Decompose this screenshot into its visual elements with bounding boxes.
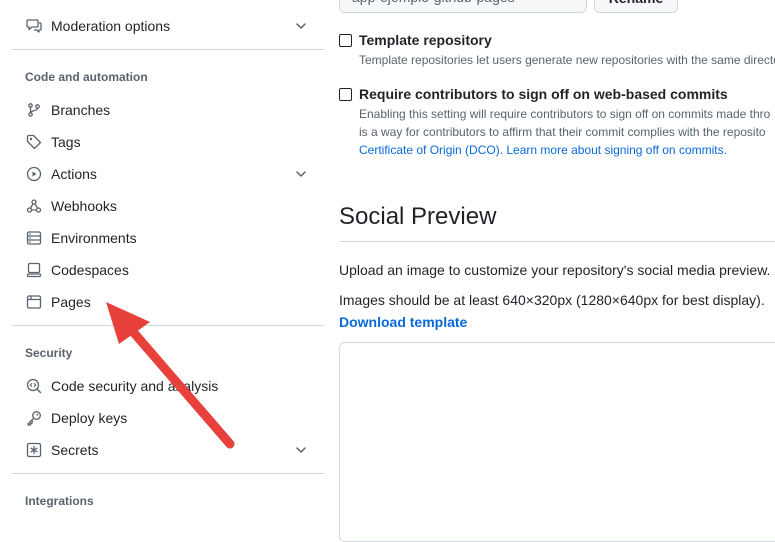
sidebar-divider <box>11 473 325 474</box>
sidebar-item-label: Tags <box>51 134 81 150</box>
social-preview-image-box[interactable] <box>339 342 775 542</box>
dco-link[interactable]: Certificate of Origin (DCO). <box>359 143 503 157</box>
sidebar-item-pages[interactable]: Pages <box>11 286 325 318</box>
settings-sidebar: Moderation options Code and automation B… <box>0 0 325 524</box>
tag-icon <box>26 134 42 150</box>
chevron-down-icon[interactable] <box>293 166 309 182</box>
learn-more-signoff-link[interactable]: Learn more about signing off on commits. <box>506 143 727 157</box>
template-repository-label: Template repository <box>359 32 492 48</box>
sidebar-item-label: Pages <box>51 294 91 310</box>
sidebar-heading-code-and-automation: Code and automation <box>25 70 148 84</box>
social-preview-size-text: Images should be at least 640×320px (128… <box>339 292 765 308</box>
social-preview-upload-text: Upload an image to customize your reposi… <box>339 262 771 278</box>
git-branch-icon <box>26 102 42 118</box>
social-preview-heading: Social Preview <box>339 203 497 230</box>
chevron-down-icon[interactable] <box>293 18 309 34</box>
sidebar-item-actions[interactable]: Actions <box>11 158 325 190</box>
sidebar-item-label: Code security and analysis <box>51 378 219 394</box>
sidebar-item-moderation-options[interactable]: Moderation options <box>11 10 325 42</box>
sidebar-item-label: Secrets <box>51 442 99 458</box>
require-signoff-description-line1: Enabling this setting will require contr… <box>359 107 771 121</box>
key-asterisk-icon <box>26 442 42 458</box>
template-repository-description: Template repositories let users generate… <box>359 53 775 67</box>
chevron-down-icon[interactable] <box>293 442 309 458</box>
rename-button[interactable]: Rename <box>594 0 678 13</box>
sidebar-item-label: Moderation options <box>51 18 171 34</box>
template-repository-checkbox[interactable] <box>339 34 352 47</box>
sidebar-item-codespaces[interactable]: Codespaces <box>11 254 325 286</box>
sidebar-item-deploy-keys[interactable]: Deploy keys <box>11 402 325 434</box>
sidebar-item-webhooks[interactable]: Webhooks <box>11 190 325 222</box>
require-signoff-label: Require contributors to sign off on web-… <box>359 86 728 102</box>
codespaces-icon <box>26 262 42 278</box>
sidebar-item-label: Actions <box>51 166 97 182</box>
sidebar-item-label: Codespaces <box>51 262 129 278</box>
sidebar-item-environments[interactable]: Environments <box>11 222 325 254</box>
require-signoff-links: Certificate of Origin (DCO). Learn more … <box>359 141 727 159</box>
sidebar-heading-integrations: Integrations <box>25 494 94 508</box>
comment-discussion-icon <box>26 18 42 34</box>
section-divider <box>339 241 775 242</box>
download-template-link[interactable]: Download template <box>339 314 467 330</box>
sidebar-item-label: Deploy keys <box>51 410 128 426</box>
server-icon <box>26 230 42 246</box>
codescan-icon <box>26 378 42 394</box>
sidebar-item-branches[interactable]: Branches <box>11 94 325 126</box>
require-signoff-description-line2: is a way for contributors to affirm that… <box>359 125 766 139</box>
sidebar-heading-security: Security <box>25 346 73 360</box>
sidebar-item-secrets[interactable]: Secrets <box>11 434 325 466</box>
sidebar-item-label: Branches <box>51 102 111 118</box>
sidebar-item-label: Webhooks <box>51 198 117 214</box>
repository-name-input[interactable]: app-ejemplo-github-pages <box>339 0 587 13</box>
require-signoff-checkbox[interactable] <box>339 88 352 101</box>
sidebar-divider <box>11 325 325 326</box>
sidebar-item-tags[interactable]: Tags <box>11 126 325 158</box>
browser-icon <box>26 294 42 310</box>
sidebar-divider <box>11 49 325 50</box>
settings-main: app-ejemplo-github-pages Rename Template… <box>339 0 775 542</box>
sidebar-item-code-security-and-analysis[interactable]: Code security and analysis <box>11 370 325 402</box>
play-icon <box>26 166 42 182</box>
sidebar-item-label: Environments <box>51 230 137 246</box>
key-icon <box>26 410 42 426</box>
webhook-icon <box>26 198 42 214</box>
